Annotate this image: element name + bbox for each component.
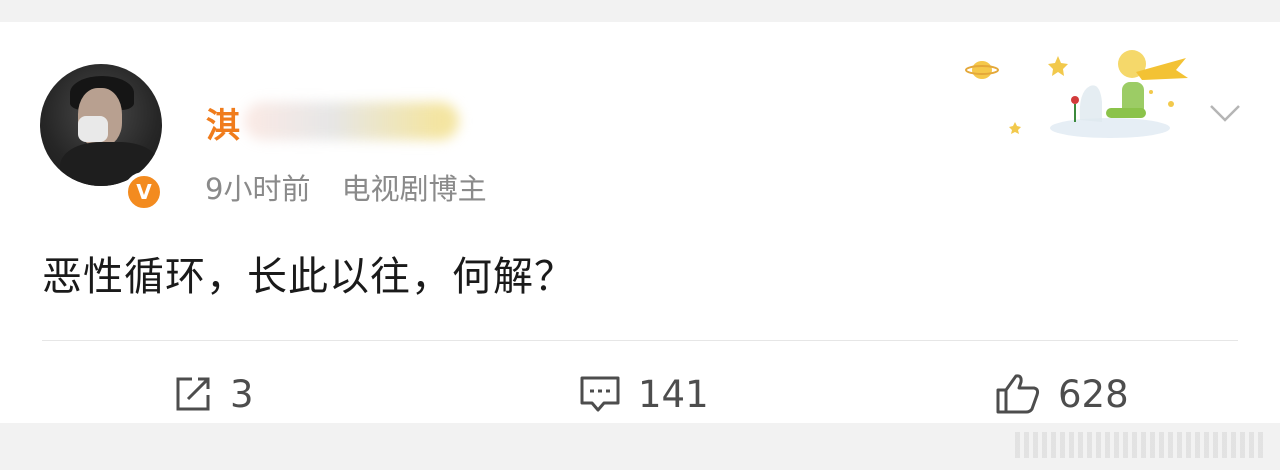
repost-count: 3: [230, 372, 254, 416]
author-name[interactable]: 淇: [206, 98, 240, 147]
comment-count: 141: [638, 372, 709, 416]
verified-badge-icon: V: [124, 172, 164, 212]
repost-icon: [176, 377, 210, 411]
post-content: 恶性循环，长此以往，何解？: [42, 254, 575, 300]
post-card: V 淇 9小时前 电视剧博主 恶性循环，长此以往，何解？ 3 141 628: [0, 22, 1280, 423]
like-icon: [996, 374, 1040, 414]
author-name-blurred: [244, 102, 459, 140]
watermark-strip: [1015, 432, 1265, 458]
avatar[interactable]: [40, 64, 162, 186]
comment-button[interactable]: 141: [578, 370, 709, 418]
comment-icon: [580, 376, 620, 412]
author-tag: 电视剧博主: [341, 172, 487, 206]
little-prince-decoration-icon: [965, 50, 1188, 138]
chevron-down-icon[interactable]: [1208, 98, 1242, 128]
post-time: 9小时前: [205, 172, 311, 206]
divider: [42, 340, 1238, 341]
like-count: 628: [1058, 372, 1129, 416]
avatar-mask: [78, 116, 108, 142]
post-meta: 9小时前 电视剧博主: [205, 166, 509, 208]
like-button[interactable]: 628: [994, 370, 1129, 418]
repost-button[interactable]: 3: [172, 370, 254, 418]
